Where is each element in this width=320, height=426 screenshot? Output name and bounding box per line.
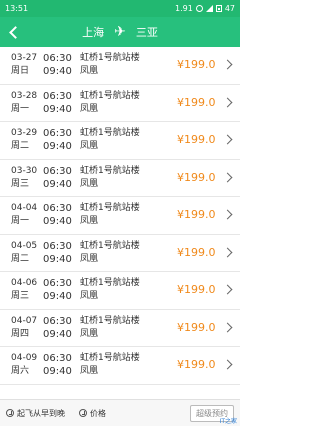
flight-date: 03-29 周二 [11,128,38,151]
flight-airports: 虹桥1号航站楼 凤凰 [80,53,140,76]
clock-icon [6,409,14,417]
sort-by-time-button[interactable]: 起飞从早到晚 [6,408,65,419]
signal-icon [205,5,213,12]
flight-times: 06:30 09:40 [43,353,72,377]
flight-date: 04-07 周四 [11,315,38,339]
chevron-right-icon [222,172,233,182]
flight-price: ¥199.0 [177,358,216,371]
flight-date: 03-30 周三 [11,165,38,189]
flight-times: 06:30 09:40 [43,53,72,77]
flight-price: ¥199.0 [177,320,216,334]
chevron-right-icon [222,134,233,145]
flight-airports: 虹桥1号航站楼 凤凰 [80,128,140,151]
flight-times: 06:30 09:40 [43,90,72,115]
network-speed: 1.91 [175,4,193,13]
flight-price: ¥199.0 [177,95,216,109]
flight-row[interactable]: 03-28 周一 06:30 09:40 虹桥1号航站楼 凤凰 ¥199.0 [0,84,240,122]
battery-level: 47 [224,4,235,13]
flight-airports: 虹桥1号航站楼 凤凰 [80,165,140,189]
flight-times: 06:30 09:40 [43,128,72,152]
flight-row[interactable]: 04-05 周二 06:30 09:40 虹桥1号航站楼 凤凰 ¥199.0 [0,234,240,272]
origin-city: 上海 [82,26,105,39]
flight-date: 04-05 周二 [11,240,38,264]
flight-price: ¥199.0 [177,283,216,296]
flight-row[interactable]: 03-30 周三 06:30 09:40 虹桥1号航站楼 凤凰 ¥199.0 [0,159,240,197]
chevron-right-icon [222,209,233,220]
flight-price: ¥199.0 [177,133,216,146]
flight-airports: 虹桥1号航站楼 凤凰 [80,90,140,114]
flight-row[interactable]: 03-27 周日 06:30 09:40 虹桥1号航站楼 凤凰 ¥199.0 [0,47,240,85]
sort-by-price-button[interactable]: 价格 [79,408,106,419]
flight-airports: 虹桥1号航站楼 凤凰 [80,278,140,301]
watermark: IT之家 [219,418,237,425]
airplane-icon: ✈ [114,24,126,40]
status-bar: 13:51 1.91 47 [0,0,240,17]
flight-times: 06:30 09:40 [43,278,72,302]
chevron-right-icon [222,97,233,107]
flight-row[interactable]: 04-09 周六 06:30 09:40 虹桥1号航站楼 凤凰 ¥199.0 [0,347,240,385]
chevron-right-icon [222,322,233,332]
status-indicators: 1.91 47 [175,4,235,13]
sort-label: 起飞从早到晚 [17,408,65,418]
status-time: 13:51 [5,4,29,13]
wifi-icon [195,5,203,12]
flight-airports: 虹桥1号航站楼 凤凰 [80,203,140,226]
battery-icon [215,5,222,12]
flight-date: 04-09 周六 [11,353,38,376]
flight-row[interactable]: 03-29 周二 06:30 09:40 虹桥1号航站楼 凤凰 ¥199.0 [0,122,240,160]
flight-airports: 虹桥1号航站楼 凤凰 [80,240,140,264]
flight-list: 03-27 周日 06:30 09:40 虹桥1号航站楼 凤凰 ¥199.0 03-2… [0,47,240,385]
chevron-left-icon [8,25,22,39]
flight-price: ¥199.0 [177,170,216,184]
flight-times: 06:30 09:40 [43,203,72,227]
flight-date: 03-28 周一 [11,90,38,114]
flight-date: 04-04 周一 [11,203,38,226]
back-button[interactable] [0,17,26,47]
flight-price: ¥199.0 [177,58,216,71]
flight-row[interactable]: 04-06 周三 06:30 09:40 虹桥1号航站楼 凤凰 ¥199.0 [0,272,240,310]
bottom-toolbar: 起飞从早到晚 价格 超级预约 IT之家 [0,399,240,426]
route-title: 上海 ✈ 三亚 [0,17,240,47]
chevron-right-icon [222,247,233,257]
flight-price: ¥199.0 [177,208,216,221]
price-icon [79,409,87,417]
price-label: 价格 [90,408,106,418]
chevron-right-icon [222,59,233,70]
destination-city: 三亚 [135,26,158,39]
chevron-right-icon [222,284,233,295]
chevron-right-icon [222,359,233,370]
flight-date: 04-06 周三 [11,278,38,301]
flight-date: 03-27 周日 [11,53,38,76]
flight-times: 06:30 09:40 [43,165,72,190]
flight-times: 06:30 09:40 [43,240,72,265]
flight-price: ¥199.0 [177,245,216,259]
app-header: 上海 ✈ 三亚 [0,17,240,47]
flight-row[interactable]: 04-04 周一 06:30 09:40 虹桥1号航站楼 凤凰 ¥199.0 [0,197,240,235]
flight-airports: 虹桥1号航站楼 凤凰 [80,353,140,376]
flight-airports: 虹桥1号航站楼 凤凰 [80,315,140,339]
flight-row[interactable]: 04-07 周四 06:30 09:40 虹桥1号航站楼 凤凰 ¥199.0 [0,309,240,347]
flight-times: 06:30 09:40 [43,315,72,340]
